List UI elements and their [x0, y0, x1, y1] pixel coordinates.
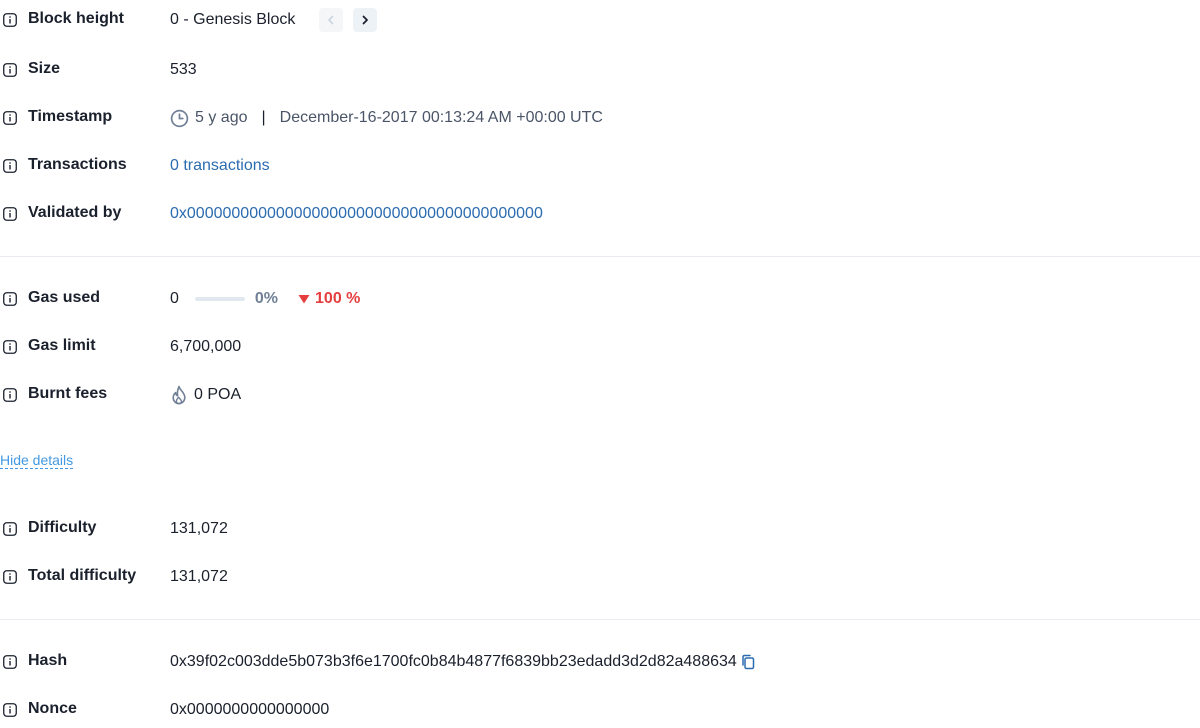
copy-hash-button[interactable] [741, 654, 755, 670]
gas-limit-label: Gas limit [28, 337, 96, 354]
timestamp-value-group: 5 y ago | December-16-2017 00:13:24 AM +… [170, 106, 603, 130]
total-difficulty-value: 131,072 [170, 568, 228, 585]
row-transactions: Transactions 0 transactions [0, 154, 1200, 178]
difficulty-value: 131,072 [170, 520, 228, 537]
info-icon[interactable] [3, 703, 17, 717]
info-icon[interactable] [3, 292, 17, 306]
row-hash: Hash 0x39f02c003dde5b073b3f6e1700fc0b84b… [0, 650, 1200, 674]
previous-block-button[interactable] [319, 8, 344, 32]
row-gas-limit: Gas limit 6,700,000 [0, 335, 1200, 359]
triangle-down-icon [298, 295, 310, 304]
section-divider [0, 619, 1200, 620]
info-icon[interactable] [3, 340, 17, 354]
transactions-link[interactable]: 0 transactions [170, 157, 270, 175]
block-height-value: 0 - Genesis Block [170, 11, 296, 28]
info-icon[interactable] [3, 655, 17, 669]
gas-target-delta: 100 % [298, 290, 360, 308]
row-nonce: Nonce 0x0000000000000000 [0, 698, 1200, 722]
block-details-page: Block height 0 - Genesis Block Size 533 … [0, 0, 1200, 728]
block-height-value-group: 0 - Genesis Block [170, 8, 378, 32]
info-icon[interactable] [3, 159, 17, 173]
row-burnt-fees: Burnt fees 0 POA [0, 383, 1200, 407]
row-block-height: Block height 0 - Genesis Block [0, 8, 1200, 32]
info-icon[interactable] [3, 63, 17, 77]
row-timestamp: Timestamp 5 y ago | December-16-2017 00:… [0, 106, 1200, 130]
info-icon[interactable] [3, 111, 17, 125]
nonce-value: 0x0000000000000000 [170, 701, 330, 718]
row-difficulty: Difficulty 131,072 [0, 517, 1200, 541]
validator-address-link[interactable]: 0x00000000000000000000000000000000000000… [170, 205, 543, 223]
info-icon[interactable] [3, 13, 17, 27]
transactions-label: Transactions [28, 156, 127, 173]
gas-limit-value: 6,700,000 [170, 338, 242, 355]
gas-used-label: Gas used [28, 289, 101, 306]
timestamp-relative: 5 y ago [195, 109, 248, 126]
row-validated-by: Validated by 0x0000000000000000000000000… [0, 202, 1200, 226]
burnt-fees-value: 0 POA [194, 386, 242, 403]
burnt-fees-value-group: 0 POA [170, 383, 241, 407]
timestamp-separator: | [261, 109, 266, 126]
chevron-left-icon [328, 15, 334, 25]
clock-icon [170, 109, 189, 127]
gas-used-progress-bar [194, 297, 245, 301]
hash-label: Hash [28, 652, 68, 669]
flame-icon [172, 385, 186, 405]
info-icon[interactable] [3, 522, 17, 536]
info-icon[interactable] [3, 570, 17, 584]
burnt-fees-label: Burnt fees [28, 385, 108, 402]
transactions-value-group: 0 transactions [170, 154, 270, 178]
gas-used-value: 0 [170, 290, 179, 307]
nonce-label: Nonce [28, 700, 77, 717]
chevron-right-icon [362, 15, 369, 25]
section-divider [0, 256, 1200, 257]
timestamp-label: Timestamp [28, 108, 113, 125]
row-size: Size 533 [0, 58, 1200, 82]
validated-by-label: Validated by [28, 204, 122, 221]
block-height-label: Block height [28, 10, 125, 27]
gas-used-value-group: 0 0% 100 % [170, 287, 360, 311]
difficulty-label: Difficulty [28, 519, 97, 536]
gas-target-delta-value: 100 % [315, 290, 361, 307]
hide-details-link[interactable]: Hide details [0, 452, 74, 469]
info-icon[interactable] [3, 388, 17, 402]
copy-icon [742, 654, 755, 670]
hash-value: 0x39f02c003dde5b073b3f6e1700fc0b84b4877f… [170, 653, 737, 670]
timestamp-absolute: December-16-2017 00:13:24 AM +00:00 UTC [279, 109, 603, 126]
row-total-difficulty: Total difficulty 131,072 [0, 565, 1200, 589]
size-value: 533 [170, 61, 197, 78]
gas-used-percent: 0% [254, 290, 279, 307]
next-block-button[interactable] [353, 8, 378, 32]
validated-by-value-group: 0x00000000000000000000000000000000000000… [170, 202, 543, 226]
row-gas-used: Gas used 0 0% 100 % [0, 287, 1200, 311]
total-difficulty-label: Total difficulty [28, 567, 137, 584]
info-icon[interactable] [3, 207, 17, 221]
size-label: Size [28, 60, 61, 77]
hash-value-group: 0x39f02c003dde5b073b3f6e1700fc0b84b4877f… [170, 650, 755, 674]
